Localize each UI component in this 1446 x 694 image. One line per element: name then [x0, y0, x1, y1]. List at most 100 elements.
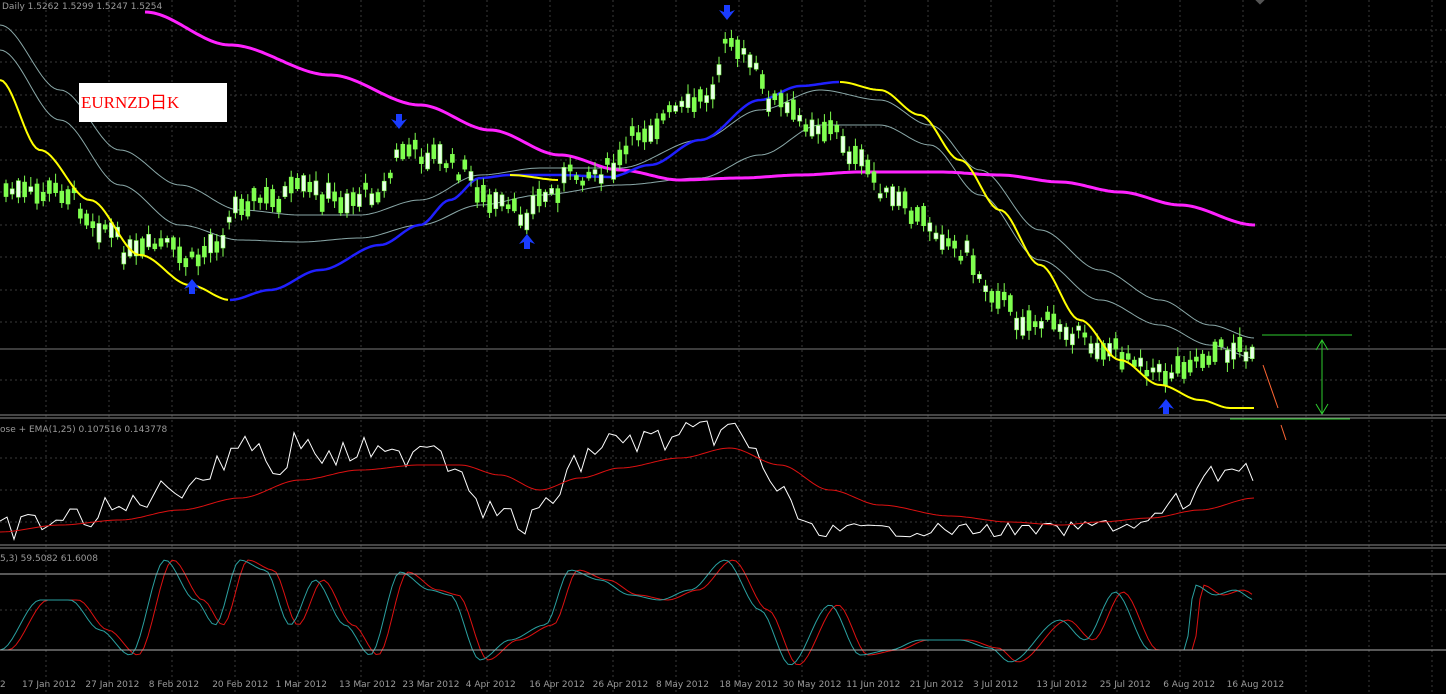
candle-body	[933, 232, 939, 240]
candle-body	[623, 145, 629, 155]
x-axis-label: 27 Jan 2012	[85, 680, 140, 690]
candle-body	[456, 174, 461, 181]
x-axis-label: 16 Apr 2012	[529, 680, 585, 690]
candle-body	[1063, 326, 1069, 341]
blue-ma-line	[229, 80, 840, 302]
candle-body	[338, 197, 344, 214]
candle-body	[840, 135, 846, 153]
candle-body	[282, 185, 288, 198]
candle-body	[164, 238, 170, 243]
candle-body	[871, 171, 877, 183]
candle-body	[735, 39, 740, 59]
candle-body	[1070, 333, 1075, 346]
macd-info: ose + EMA(1,25) 0.107516 0.143778	[0, 425, 168, 435]
candle-body	[592, 169, 598, 175]
candle-body	[958, 255, 964, 261]
candle-body	[102, 224, 108, 230]
candle-body	[617, 149, 623, 166]
candle-body	[1243, 351, 1249, 362]
candle-body	[375, 192, 381, 203]
candle-body	[815, 125, 821, 135]
candle-body	[195, 254, 201, 267]
candle-body	[1032, 321, 1038, 328]
candle-body	[1014, 317, 1019, 331]
x-axis-label: 20 Feb 2012	[212, 680, 269, 690]
yellow-ma-line	[0, 79, 1254, 409]
candle-body	[152, 243, 158, 250]
candle-body	[691, 97, 697, 112]
candle-body	[555, 188, 561, 203]
candle-body	[357, 193, 362, 207]
candle-body	[369, 193, 375, 206]
candle-body	[245, 201, 251, 217]
candle-body	[1249, 346, 1255, 359]
candle-body	[642, 128, 647, 143]
candle-body	[301, 175, 306, 192]
candle-body	[431, 144, 437, 159]
candle-body	[419, 156, 424, 164]
candle-body	[1187, 359, 1193, 373]
candle-body	[28, 186, 34, 192]
candle-body	[530, 195, 536, 215]
candle-body	[1088, 343, 1094, 354]
x-axis-label: 30 May 2012	[782, 680, 842, 690]
candle-body	[939, 234, 945, 250]
candle-body	[239, 198, 244, 215]
candle-body	[567, 164, 573, 172]
candle-body	[96, 223, 102, 243]
x-axis-label: 8 May 2012	[656, 680, 709, 690]
candle-body	[902, 191, 908, 209]
candle-body	[611, 162, 616, 180]
signal-arrows	[184, 5, 1174, 414]
candle-body	[921, 206, 926, 227]
candle-body	[995, 290, 1001, 309]
candle-body	[326, 182, 331, 199]
candle-body	[512, 198, 517, 212]
candle-body	[40, 191, 46, 202]
candle-body	[629, 126, 635, 136]
candle-body	[425, 152, 430, 170]
candle-body	[208, 234, 213, 254]
candle-body	[264, 186, 269, 204]
candle-body	[307, 181, 313, 193]
candle-body	[1200, 353, 1205, 368]
candle-body	[16, 180, 21, 198]
candle-body	[908, 210, 914, 224]
candle-body	[561, 167, 567, 184]
x-axis-label: 26 Apr 2012	[592, 680, 649, 690]
down-arrow-icon	[719, 5, 735, 20]
candle-body	[685, 93, 691, 108]
down-arrow-icon	[391, 114, 407, 129]
candle-body	[1156, 363, 1162, 373]
candle-body	[1008, 295, 1013, 312]
x-axis-label: 11 Jun 2012	[846, 680, 901, 690]
candle-body	[474, 187, 480, 203]
candle-body	[1125, 353, 1131, 360]
candle-body	[1169, 372, 1174, 379]
candle-body	[977, 274, 982, 280]
forecast-line	[1262, 364, 1279, 409]
candle-body	[654, 118, 660, 140]
candle-body	[803, 124, 809, 132]
candle-body	[481, 184, 486, 203]
x-axis-label: 21 Jun 2012	[909, 680, 964, 690]
yellow-ma-path	[839, 81, 1254, 409]
candle-body	[1138, 357, 1143, 367]
candle-body	[679, 100, 685, 107]
x-axis-label: 1 Mar 2012	[275, 680, 327, 690]
candle-body	[729, 38, 734, 47]
candle-body	[1206, 355, 1212, 365]
candle-body	[1231, 342, 1236, 360]
candle-body	[251, 188, 257, 202]
candle-body	[877, 193, 883, 199]
candle-body	[276, 198, 282, 213]
candle-body	[53, 182, 58, 194]
candle-body	[970, 255, 976, 275]
candle-body	[388, 172, 393, 179]
magenta-ma-path	[144, 10, 1256, 227]
candle-body	[171, 237, 176, 250]
x-axis-label: 3 Jul 2012	[973, 680, 1019, 690]
candle-body	[288, 176, 294, 194]
candle-body	[462, 159, 468, 170]
up-arrow-icon	[519, 234, 535, 249]
